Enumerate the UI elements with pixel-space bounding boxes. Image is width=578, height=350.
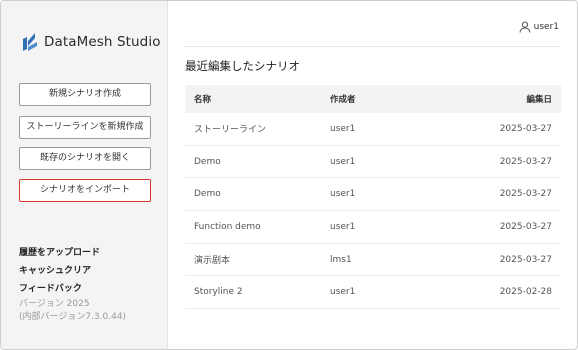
- row-author: user1: [330, 156, 356, 167]
- username-label: user1: [533, 22, 559, 32]
- row-name: Demo: [194, 189, 221, 200]
- upload-history-link[interactable]: 履歴をアップロード: [19, 245, 100, 258]
- datamesh-logo-icon: [23, 33, 37, 51]
- row-author: user1: [330, 123, 356, 134]
- app-title: DataMesh Studio: [44, 34, 161, 50]
- clear-cache-link[interactable]: キャッシュクリア: [19, 263, 91, 276]
- user-icon: [519, 21, 531, 33]
- table-row[interactable]: Storyline 2 user1 2025-02-28: [185, 276, 561, 310]
- row-name: Function demo: [194, 221, 261, 232]
- row-author: user1: [330, 287, 356, 298]
- header-divider: [185, 46, 561, 47]
- sidebar: DataMesh Studio 新規シナリオ作成 ストーリーラインを新規作成 既…: [1, 1, 168, 349]
- import-scenario-button[interactable]: シナリオをインポート: [19, 179, 151, 202]
- row-name: 演示剧本: [194, 256, 231, 267]
- row-date: 2025-03-27: [499, 189, 552, 200]
- table-row[interactable]: Function demo user1 2025-03-27: [185, 211, 561, 244]
- row-name: ストーリーライン: [194, 125, 267, 136]
- version-label: バージョン 2025: [19, 299, 90, 309]
- row-date: 2025-03-27: [499, 254, 552, 265]
- table-row[interactable]: ストーリーライン user1 2025-03-27: [185, 113, 561, 146]
- table-row[interactable]: 演示剧本 lms1 2025-03-27: [185, 244, 561, 277]
- recent-scenarios-title: 最近編集したシナリオ: [185, 59, 300, 73]
- open-scenario-button[interactable]: 既存のシナリオを開く: [19, 147, 151, 170]
- table-header: 名称 作成者 編集日: [185, 85, 561, 113]
- column-header-author[interactable]: 作成者: [321, 93, 471, 105]
- app-logo: DataMesh Studio: [21, 31, 161, 53]
- new-storyline-button[interactable]: ストーリーラインを新規作成: [19, 116, 151, 139]
- column-header-date[interactable]: 編集日: [471, 93, 561, 105]
- recent-scenarios-table: 名称 作成者 編集日 ストーリーライン user1 2025-03-27 Dem…: [185, 85, 561, 310]
- row-date: 2025-03-27: [499, 123, 552, 134]
- feedback-link[interactable]: フィードバック: [19, 281, 82, 294]
- row-date: 2025-03-27: [499, 156, 552, 167]
- table-row[interactable]: Demo user1 2025-03-27: [185, 178, 561, 212]
- row-name: Storyline 2: [194, 287, 243, 298]
- new-scenario-button[interactable]: 新規シナリオ作成: [19, 83, 151, 106]
- column-header-name[interactable]: 名称: [185, 93, 321, 105]
- app-window: DataMesh Studio 新規シナリオ作成 ストーリーラインを新規作成 既…: [0, 0, 578, 350]
- row-author: user1: [330, 189, 356, 200]
- row-date: 2025-02-28: [499, 287, 552, 298]
- internal-version-label: (内部バージョン7.3.0.44): [19, 312, 127, 322]
- row-date: 2025-03-27: [499, 221, 552, 232]
- row-author: lms1: [330, 254, 352, 265]
- row-name: Demo: [194, 156, 221, 167]
- user-menu[interactable]: user1: [519, 21, 559, 33]
- row-author: user1: [330, 221, 356, 232]
- table-row[interactable]: Demo user1 2025-03-27: [185, 146, 561, 179]
